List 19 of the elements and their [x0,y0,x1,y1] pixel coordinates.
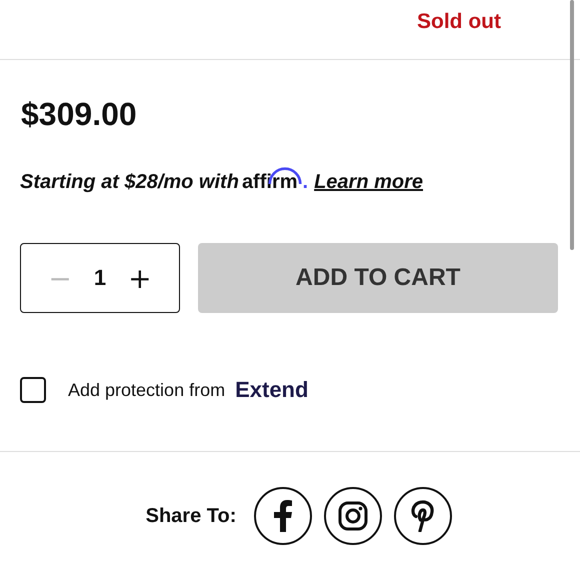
share-button[interactable] [324,487,382,545]
financing-text: Starting at $28/mo with [20,171,239,194]
share-label: Share To: [146,504,236,528]
share-button[interactable] [394,487,452,545]
quantity-value: 1 [94,265,106,291]
learn-more-link[interactable]: Learn more [314,171,424,194]
protection-label: Add protection from [68,380,226,400]
stock-status: Sold out [417,10,501,34]
increment-button[interactable]: + [122,262,158,294]
price: $309.00 [21,96,138,133]
instagram-icon [338,501,368,531]
pinterest-icon [411,500,436,532]
extend-logo: Extend [235,377,308,403]
quantity-stepper[interactable]: − 1 + [20,243,180,313]
period: . [302,171,308,194]
checkbox[interactable] [20,377,46,403]
facebook-icon [272,500,294,532]
scrollbar[interactable] [570,0,574,250]
share-button[interactable] [254,487,312,545]
